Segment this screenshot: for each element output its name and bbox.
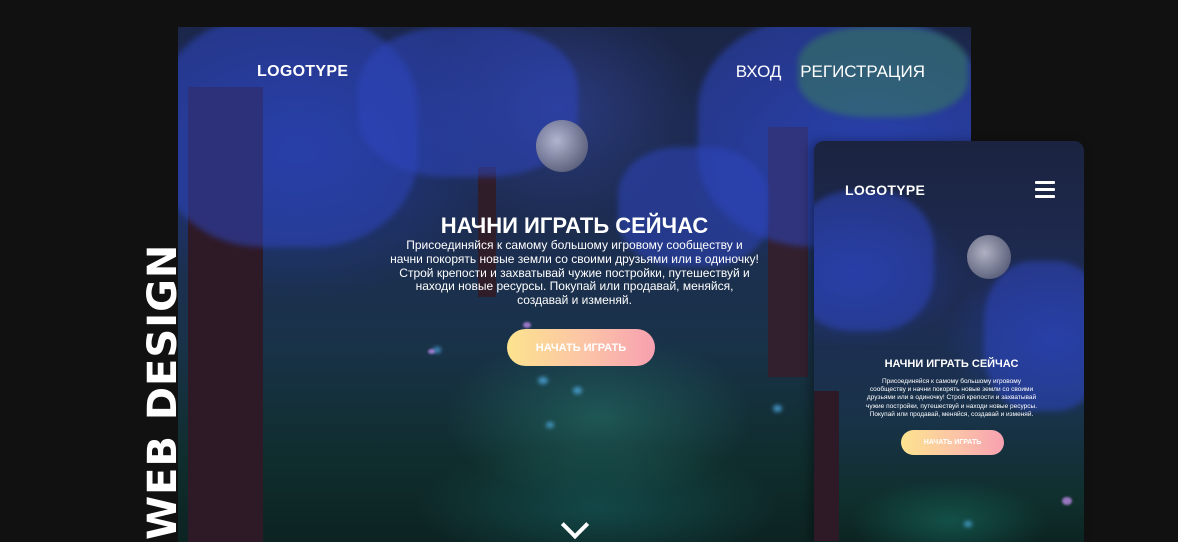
glow-mushroom <box>964 521 972 527</box>
mobile-hero-line: чужие постройки, путешествуй и находи но… <box>865 402 1038 410</box>
hero-description-line: Строй крепости и захватывай чужие постро… <box>399 265 750 280</box>
login-link[interactable]: ВХОД <box>736 62 782 81</box>
top-nav: ВХОД РЕГИСТРАЦИЯ <box>722 62 925 82</box>
glow-mushroom <box>573 387 582 394</box>
hamburger-menu-icon[interactable] <box>1035 181 1055 199</box>
mobile-hero-title: НАЧНИ ИГРАТЬ СЕЙЧАС <box>884 358 1019 370</box>
hero-description-line: создавай и изменяй. <box>517 293 632 308</box>
foliage <box>814 191 934 331</box>
chevron-down-icon[interactable] <box>560 510 590 540</box>
mobile-hero-line: Присоединяйся к самому большому игровому <box>881 378 1022 385</box>
glow-mushroom <box>538 377 548 384</box>
hero-description-line: начни покорять новые земли со своими дру… <box>390 251 759 266</box>
pink-mushroom <box>1062 497 1072 505</box>
glow-mushroom <box>773 405 782 412</box>
moon <box>967 235 1011 279</box>
hero-description: Присоединяйся к самому большому игровому… <box>328 238 821 308</box>
mobile-hero-description: Присоединяйся к самому большому игровому… <box>834 378 1069 419</box>
mobile-start-playing-button[interactable]: НАЧАТЬ ИГРАТЬ <box>901 430 1004 455</box>
hero-title: НАЧНИ ИГРАТЬ СЕЙЧАС <box>440 213 709 238</box>
glow-mushroom <box>546 422 554 428</box>
mobile-hero-line: друзьями или в одиночку! Строй крепости … <box>866 394 1037 402</box>
mobile-mockup: LOGOTYPE НАЧНИ ИГРАТЬ СЕЙЧАС Присоединяй… <box>814 141 1084 542</box>
register-link[interactable]: РЕГИСТРАЦИЯ <box>800 62 925 81</box>
moon <box>536 120 588 172</box>
start-playing-button[interactable]: НАЧАТЬ ИГРАТЬ <box>507 329 655 366</box>
logo[interactable]: LOGOTYPE <box>257 63 348 81</box>
mobile-logo[interactable]: LOGOTYPE <box>845 182 925 198</box>
mobile-hero-line: Покупай или продавай, меняйся, создавай … <box>869 410 1034 418</box>
pink-mushroom <box>428 349 435 354</box>
hero-description-line: Присоединяйся к самому большому игровому… <box>406 238 743 252</box>
hero-description-line: находи новые ресурсы. Покупай или продав… <box>415 279 734 294</box>
pink-mushroom <box>523 322 531 328</box>
